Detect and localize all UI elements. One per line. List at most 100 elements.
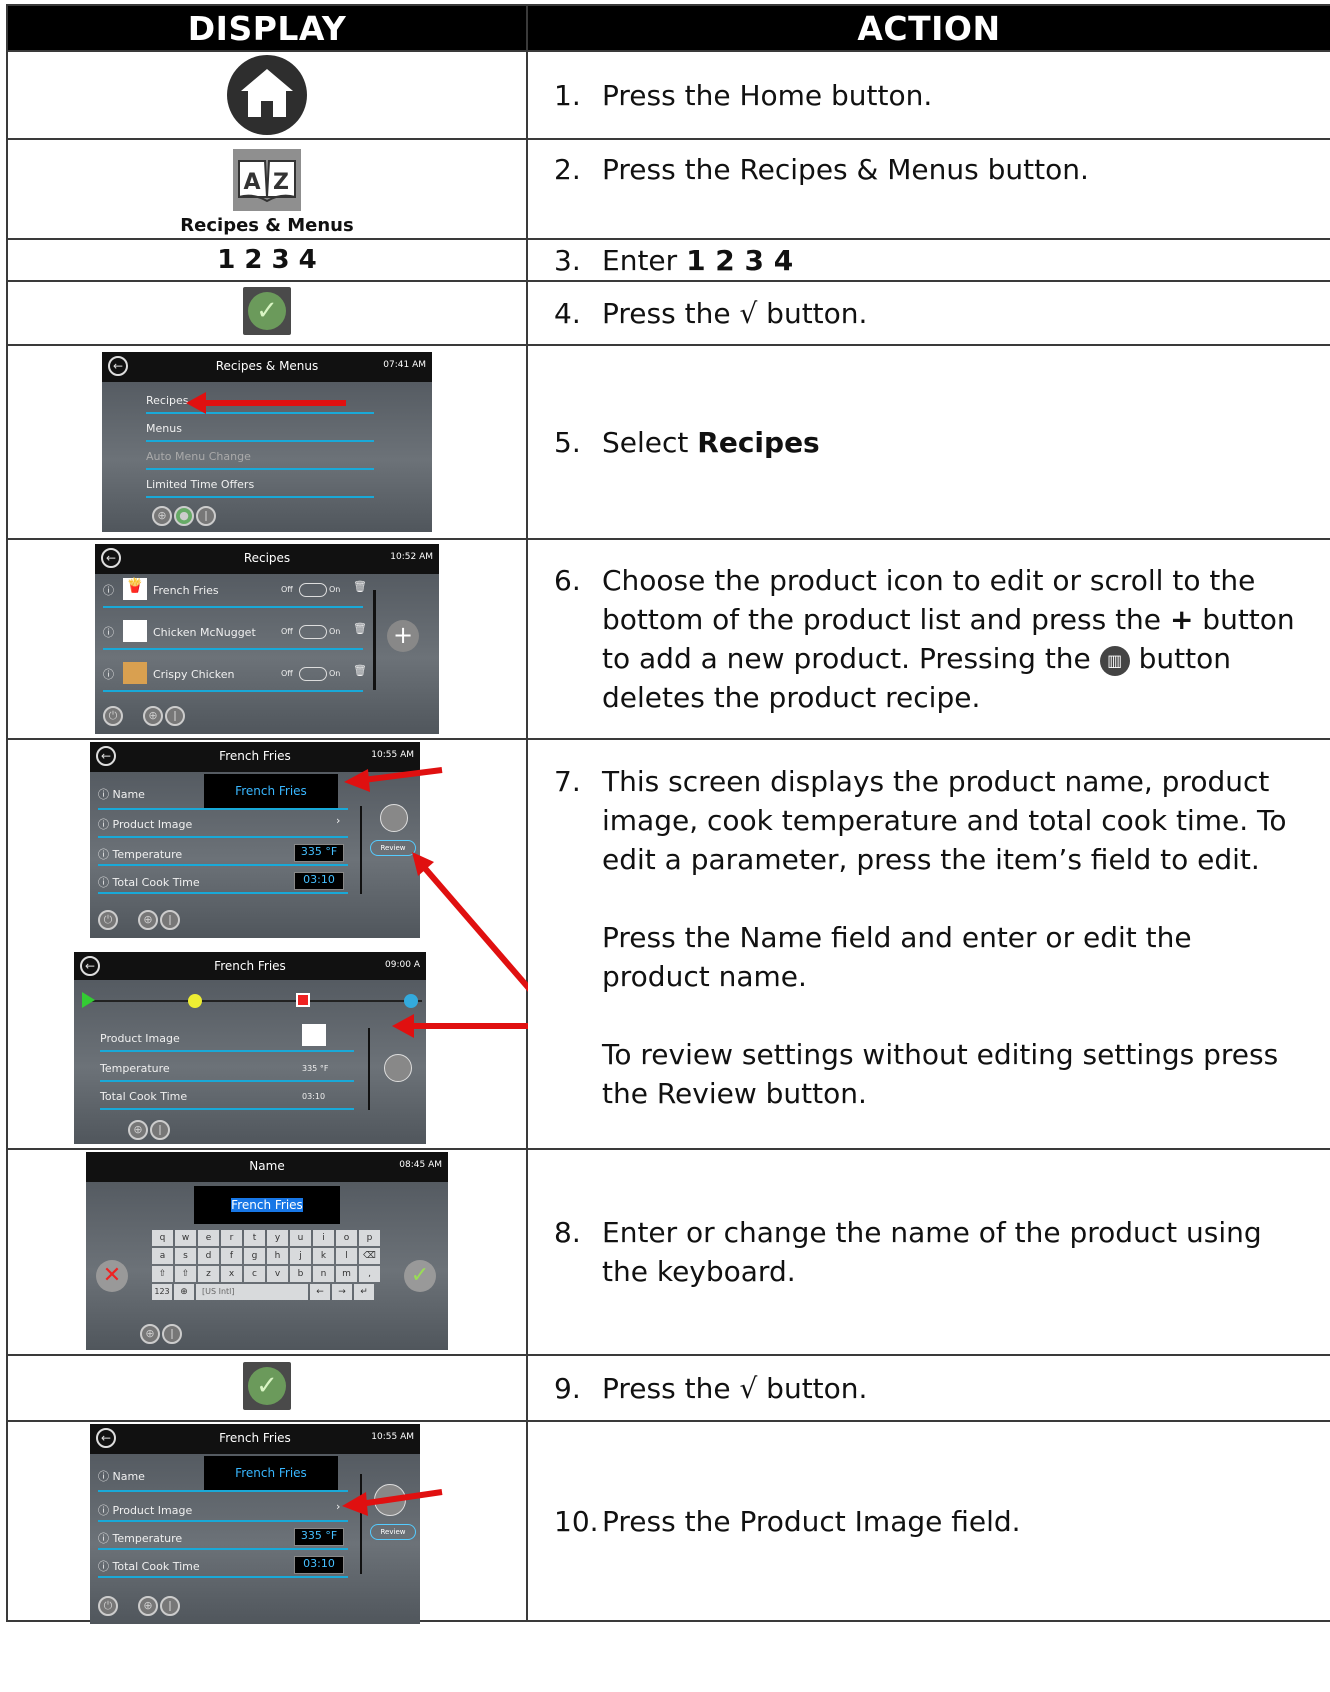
step-bold-text: Recipes <box>697 425 820 459</box>
step-number: 5. <box>554 425 581 459</box>
table-row: A Z Recipes & Menus 2. Press the Recipes … <box>6 138 1330 240</box>
keyboard-key: t <box>244 1230 265 1246</box>
svg-text:A: A <box>243 170 260 195</box>
display-cell: ✓ <box>6 1354 528 1422</box>
action-cell: 1. Press the Home button. <box>526 50 1330 140</box>
table-row: 1. Press the Home button. <box>6 50 1330 140</box>
display-cell: ← Recipes 10:52 AM ⓘ 🍟 French Fries Off On… <box>6 538 528 740</box>
globe-icon: ⊕ <box>152 505 172 526</box>
step-bold-text: + <box>1169 603 1194 636</box>
drop-icon: ● <box>174 505 194 526</box>
display-cell: A Z Recipes & Menus <box>6 138 528 240</box>
right-key: → <box>332 1284 352 1300</box>
trash-icon: 🗑 <box>353 621 367 635</box>
step-text: Press the √ button. <box>602 296 868 330</box>
keyboard-key: d <box>198 1248 219 1264</box>
action-header: ACTION <box>526 4 1330 52</box>
keyboard-key: m <box>336 1266 357 1282</box>
keyboard-key: u <box>290 1230 311 1246</box>
power-icon: ⏻ <box>103 705 123 726</box>
recipes-list-screen: ← Recipes 10:52 AM ⓘ 🍟 French Fries Off On… <box>95 543 439 734</box>
toggle-on-label: On <box>329 626 341 636</box>
screen-time: 07:41 AM <box>383 359 426 370</box>
screen-title: Recipes <box>243 550 291 565</box>
step-text: Press the Home button. <box>602 78 933 112</box>
keyboard-key: f <box>221 1248 242 1264</box>
step-text: Press the √ button. <box>602 1371 868 1405</box>
keyboard-key: k <box>313 1248 334 1264</box>
enter-key: ↵ <box>354 1284 374 1300</box>
keyboard-screen: Name 08:45 AM French Fries qwertyuiop asd… <box>86 1152 448 1350</box>
step-text: Choose the product icon to edit or scrol… <box>602 561 1302 717</box>
code-display: 1 2 3 4 <box>217 245 317 275</box>
step-text: Press the Product Image field. <box>602 1504 1021 1538</box>
table-header-row: DISPLAY ACTION <box>6 4 1330 52</box>
step-paragraph: This screen displays the product name, p… <box>602 765 1287 876</box>
toggle-off-label: Off <box>281 584 293 594</box>
table-row: ← Recipes & Menus 07:41 AM Recipes Menus A… <box>6 344 1330 540</box>
keyboard-key: c <box>244 1266 265 1282</box>
step-text: Press the Recipes & Menus button. <box>602 153 1089 186</box>
action-cell: 9. Press the √ button. <box>526 1354 1330 1422</box>
thermometer-icon: ǀ <box>196 505 216 526</box>
globe-icon: ⊕ <box>140 1324 160 1344</box>
keyboard-key: s <box>175 1248 196 1264</box>
recipe-item: French Fries <box>153 583 219 597</box>
red-arrow-icon <box>202 399 346 406</box>
confirm-icon: ✓ <box>404 1260 436 1292</box>
keyboard-key: x <box>221 1266 242 1282</box>
keyboard-key: v <box>267 1266 288 1282</box>
table-row: ← French Fries 10:55 AM ⓘ Name French Frie… <box>6 1420 1330 1624</box>
step-number: 1. <box>554 78 581 112</box>
keyboard-key: p <box>359 1230 380 1246</box>
table-row: Name 08:45 AM French Fries qwertyuiop asd… <box>6 1148 1330 1356</box>
step-text: This screen displays the product name, p… <box>602 762 1302 1113</box>
step-number: 7. <box>554 765 581 798</box>
step-number: 8. <box>554 1216 581 1249</box>
keyboard-key: w <box>175 1230 196 1246</box>
display-cell: ← Recipes & Menus 07:41 AM Recipes Menus A… <box>6 344 528 540</box>
keyboard-key: n <box>313 1266 334 1282</box>
instruction-table: DISPLAY ACTION 1. Press the Home button. … <box>6 4 1330 1624</box>
action-cell: 8. Enter or change the name of the produc… <box>526 1148 1330 1356</box>
step-text-part: Choose the product icon to edit or scrol… <box>602 564 1256 636</box>
chicken-image <box>123 661 147 684</box>
keyboard-key: b <box>290 1266 311 1282</box>
trash-icon: 🗑 <box>353 663 367 677</box>
display-cell: ✓ <box>6 280 528 346</box>
toggle-off-label: Off <box>281 668 293 678</box>
action-cell: 7. This screen displays the product name,… <box>526 738 1330 1150</box>
step-number: 2. <box>554 153 581 186</box>
display-cell <box>6 50 528 140</box>
svg-text:Z: Z <box>273 170 289 195</box>
keyboard-key: z <box>198 1266 219 1282</box>
keyboard-key: g <box>244 1248 265 1264</box>
numbers-key: 123 <box>152 1284 172 1300</box>
step-text: Enter <box>602 243 687 277</box>
keyboard-key: y <box>267 1230 288 1246</box>
step-number: 9. <box>554 1371 581 1405</box>
display-cell: ← French Fries 10:55 AM ⓘ Name French Frie… <box>6 1420 528 1624</box>
red-arrows-icon <box>344 767 528 1038</box>
recipes-menus-screen: ← Recipes & Menus 07:41 AM Recipes Menus A… <box>102 351 432 532</box>
cancel-icon: ✕ <box>96 1260 128 1292</box>
action-cell: 5. Select Recipes <box>526 344 1330 540</box>
menu-item-recipes: Recipes <box>146 393 189 407</box>
toggle-switch <box>299 624 327 639</box>
keyboard-key: e <box>198 1230 219 1246</box>
check-button-icon: ✓ <box>243 287 291 335</box>
recipes-menus-label: Recipes & Menus <box>180 214 354 236</box>
check-button-icon: ✓ <box>243 1362 291 1410</box>
toggle-on-label: On <box>329 584 341 594</box>
toggle-switch <box>299 582 327 597</box>
left-key: ← <box>310 1284 330 1300</box>
keyboard-key: , <box>359 1266 380 1282</box>
keyboard-key: ⇧ <box>175 1266 196 1282</box>
keyboard-key: h <box>267 1248 288 1264</box>
keyboard-row-4: 123 ⊕ [US Intl] ← → ↵ <box>152 1284 382 1300</box>
recipes-menus-icon: A Z <box>233 148 301 211</box>
thermometer-icon: ǀ <box>165 705 185 726</box>
recipe-item: Crispy Chicken <box>153 667 235 681</box>
name-input: French Fries <box>194 1186 340 1224</box>
menu-item-lto: Limited Time Offers <box>146 477 255 491</box>
